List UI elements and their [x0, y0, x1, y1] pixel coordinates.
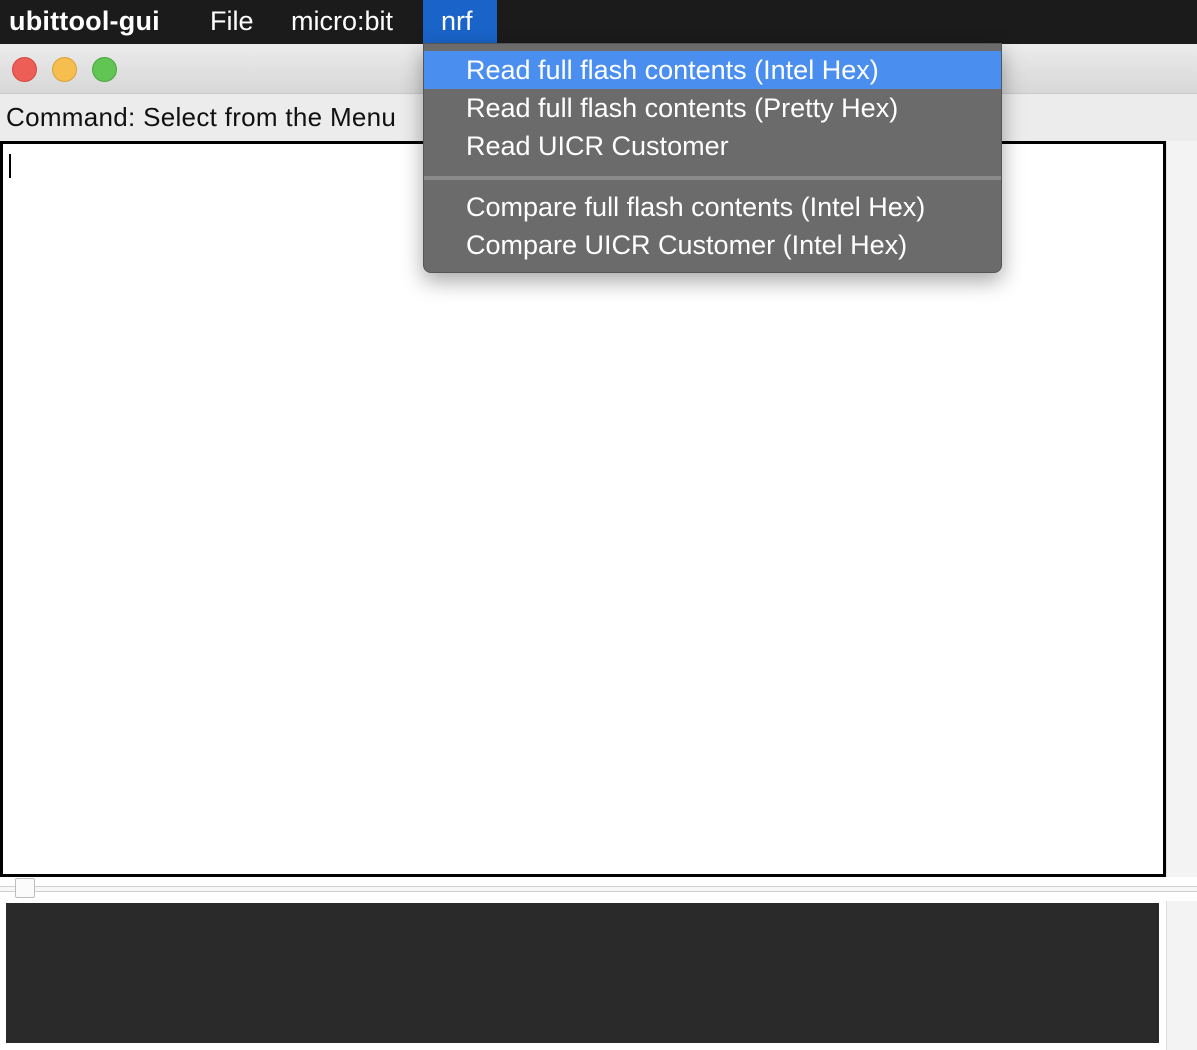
- command-label: Command: Select from the Menu: [6, 102, 397, 132]
- menu-item-read-uicr-customer[interactable]: Read UICR Customer: [424, 127, 1001, 165]
- menu-item-read-flash-intel-hex[interactable]: Read full flash contents (Intel Hex): [424, 51, 1001, 89]
- menu-bar: ubittool-gui File micro:bit nrf: [0, 0, 1197, 44]
- splitter-track: [0, 886, 1197, 892]
- close-window-button[interactable]: [12, 57, 37, 82]
- minimize-window-button[interactable]: [52, 57, 77, 82]
- app-name-menu[interactable]: ubittool-gui: [9, 0, 160, 44]
- menu-item-compare-flash-intel-hex[interactable]: Compare full flash contents (Intel Hex): [424, 188, 1001, 226]
- console-area: [0, 901, 1197, 1050]
- pane-splitter[interactable]: [0, 877, 1197, 901]
- console-scrollbar[interactable]: [1166, 901, 1197, 1050]
- nrf-dropdown-menu: Read full flash contents (Intel Hex) Rea…: [423, 43, 1002, 273]
- menu-separator: [424, 176, 1001, 180]
- menu-item-read-flash-pretty-hex[interactable]: Read full flash contents (Pretty Hex): [424, 89, 1001, 127]
- splitter-handle[interactable]: [15, 878, 35, 898]
- text-caret: [9, 154, 11, 178]
- menu-item-compare-uicr-customer[interactable]: Compare UICR Customer (Intel Hex): [424, 226, 1001, 264]
- menu-nrf[interactable]: nrf: [423, 0, 497, 44]
- menu-microbit[interactable]: micro:bit: [274, 0, 410, 44]
- editor-scrollbar[interactable]: [1166, 141, 1197, 877]
- console-output[interactable]: [6, 903, 1159, 1043]
- zoom-window-button[interactable]: [92, 57, 117, 82]
- menu-file[interactable]: File: [193, 0, 271, 44]
